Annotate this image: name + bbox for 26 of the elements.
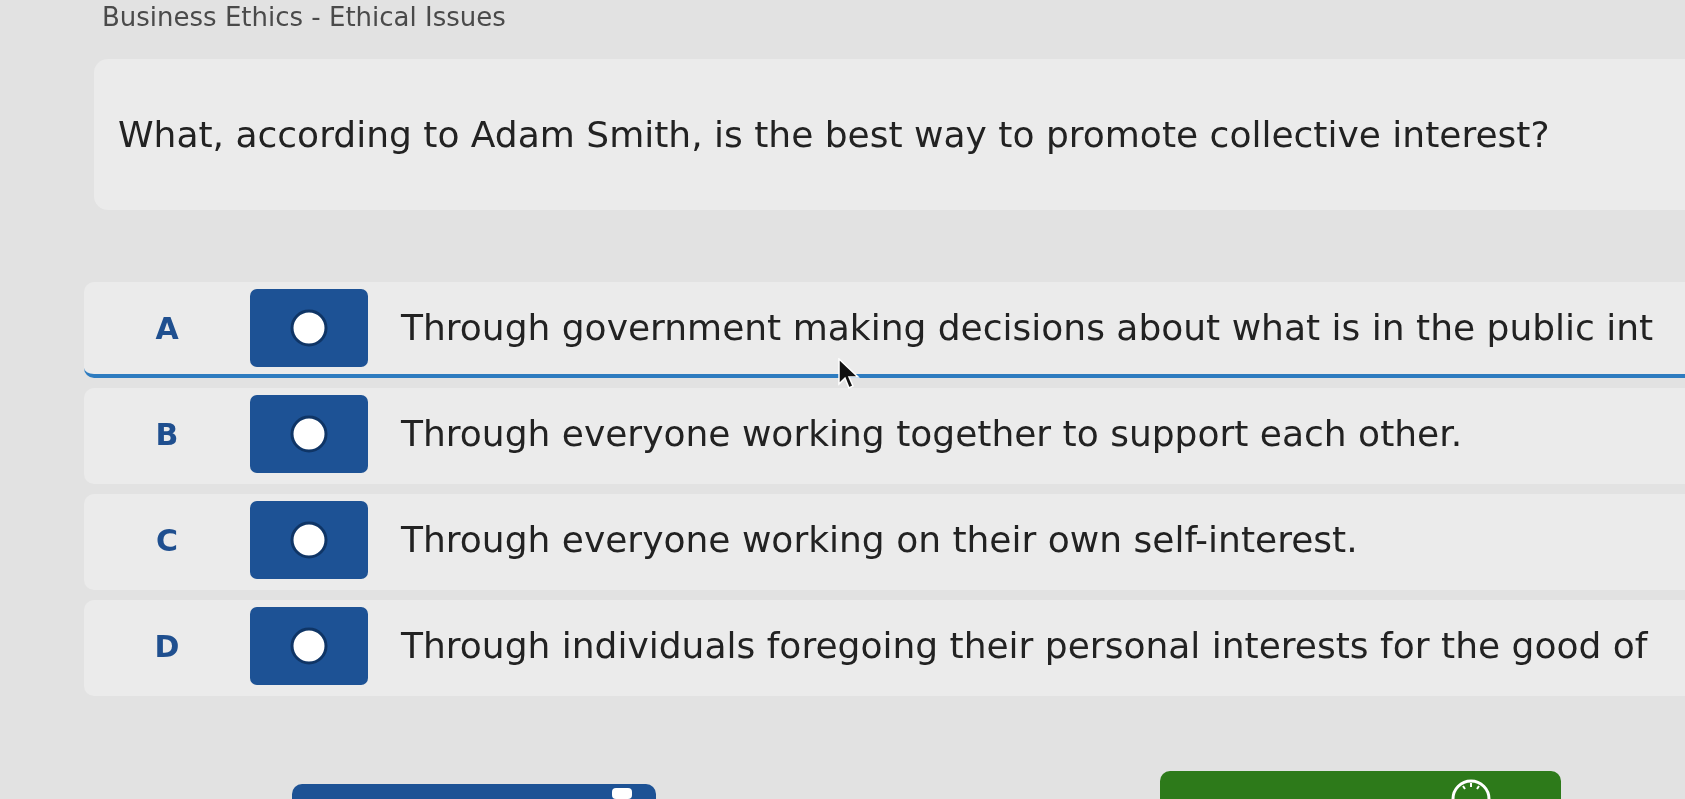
- option-text: Through everyone working together to support each other.: [401, 412, 1463, 456]
- option-letter: C: [156, 521, 178, 560]
- question-text: What, according to Adam Smith, is the best way to promote collective interest?: [118, 112, 1550, 157]
- option-text: Through government making decisions about what is in the public int: [401, 306, 1654, 350]
- option-row[interactable]: D Through individuals foregoing their personal interests for the good of: [84, 600, 1685, 696]
- radio-circle-icon: [290, 627, 328, 665]
- option-letter: B: [155, 415, 179, 454]
- radio-button[interactable]: [250, 395, 368, 473]
- option-text: Through everyone working on their own self-interest.: [401, 518, 1358, 562]
- option-row[interactable]: C Through everyone working on their own self-interest.: [84, 494, 1685, 590]
- option-text: Through individuals foregoing their personal interests for the good of: [401, 624, 1648, 668]
- ring-icon: [1451, 777, 1491, 799]
- radio-circle-icon: [290, 415, 328, 453]
- radio-button[interactable]: [250, 501, 368, 579]
- option-letter: A: [155, 309, 179, 348]
- radio-circle-icon: [290, 309, 328, 347]
- radio-button[interactable]: [250, 289, 368, 367]
- page-title: Business Ethics - Ethical Issues: [102, 2, 506, 32]
- radio-button[interactable]: [250, 607, 368, 685]
- mouse-pointer-icon: [838, 358, 860, 390]
- option-letter: D: [154, 627, 180, 666]
- radio-circle-icon: [290, 521, 328, 559]
- footer-button[interactable]: [292, 784, 656, 799]
- option-row[interactable]: B Through everyone working together to support each other.: [84, 388, 1685, 484]
- rounded-rectangle-icon: [612, 788, 632, 799]
- option-row[interactable]: A Through government making decisions about what is in the public int: [84, 282, 1685, 378]
